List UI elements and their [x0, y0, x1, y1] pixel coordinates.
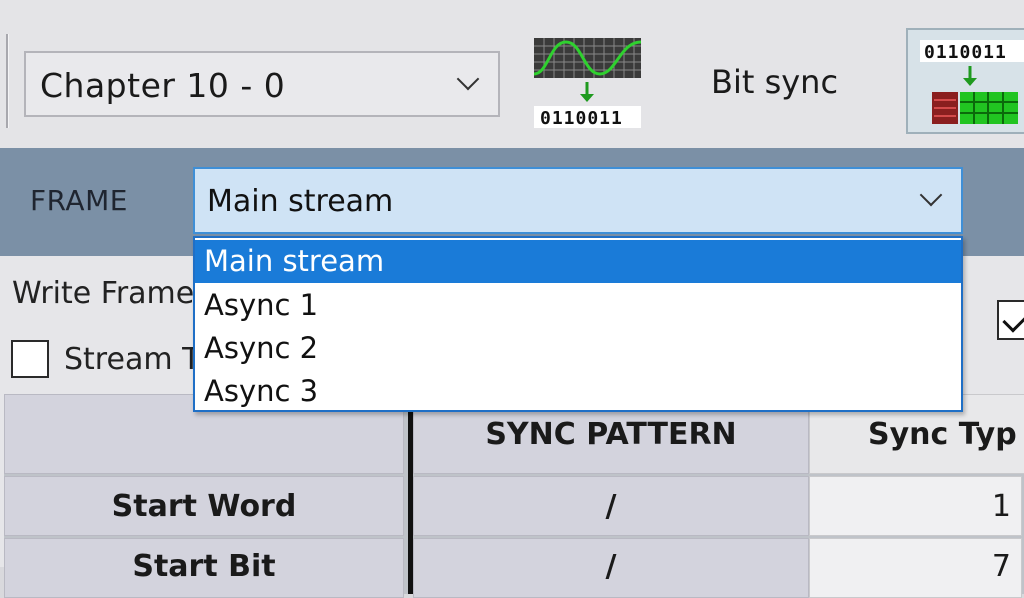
frame-select[interactable]: Main stream — [193, 167, 963, 234]
frame-dropdown-list: Main stream Async 1 Async 2 Async 3 — [193, 236, 963, 412]
frame-select-value: Main stream — [207, 184, 394, 219]
frame-label: FRAME — [30, 184, 128, 217]
frame-option-async-2[interactable]: Async 2 — [195, 327, 961, 370]
stream-checkbox-label: Stream T — [64, 342, 201, 377]
bitsync-label: Bit sync — [711, 63, 839, 101]
table-cell[interactable]: / — [413, 476, 809, 536]
table-cell[interactable]: 7 — [809, 538, 1022, 598]
decom-button[interactable]: 0110011 — [906, 28, 1024, 134]
right-checkbox[interactable] — [997, 300, 1024, 340]
svg-text:0110011: 0110011 — [924, 42, 1007, 63]
frame-option-async-3[interactable]: Async 3 — [195, 370, 961, 413]
column-divider — [408, 394, 413, 594]
chevron-down-icon — [456, 67, 480, 91]
chapter-select-value: Chapter 10 - 0 — [40, 66, 286, 105]
frame-option-main-stream[interactable]: Main stream — [195, 240, 961, 283]
checkmark-icon — [1002, 304, 1024, 333]
row-header-start-word: Start Word — [4, 476, 404, 536]
bitsync-icon[interactable]: 0110011 — [530, 34, 645, 130]
write-frame-label: Write Frame — [12, 276, 195, 311]
chapter-select[interactable]: Chapter 10 - 0 — [24, 51, 500, 117]
row-header-start-bit: Start Bit — [4, 538, 404, 598]
toolbar: Chapter 10 - 0 0110011 Bit sync 0110011 — [0, 0, 1024, 148]
toolbar-separator — [6, 34, 9, 128]
table-cell[interactable]: 1 — [809, 476, 1022, 536]
stream-checkbox[interactable] — [11, 340, 49, 378]
chevron-down-icon — [919, 183, 943, 207]
sync-table: SYNC PATTERN Sync Typ Start Word / 1 Sta… — [4, 394, 1024, 598]
svg-text:0110011: 0110011 — [540, 108, 623, 129]
table-cell[interactable]: / — [413, 538, 809, 598]
frame-option-async-1[interactable]: Async 1 — [195, 284, 961, 327]
